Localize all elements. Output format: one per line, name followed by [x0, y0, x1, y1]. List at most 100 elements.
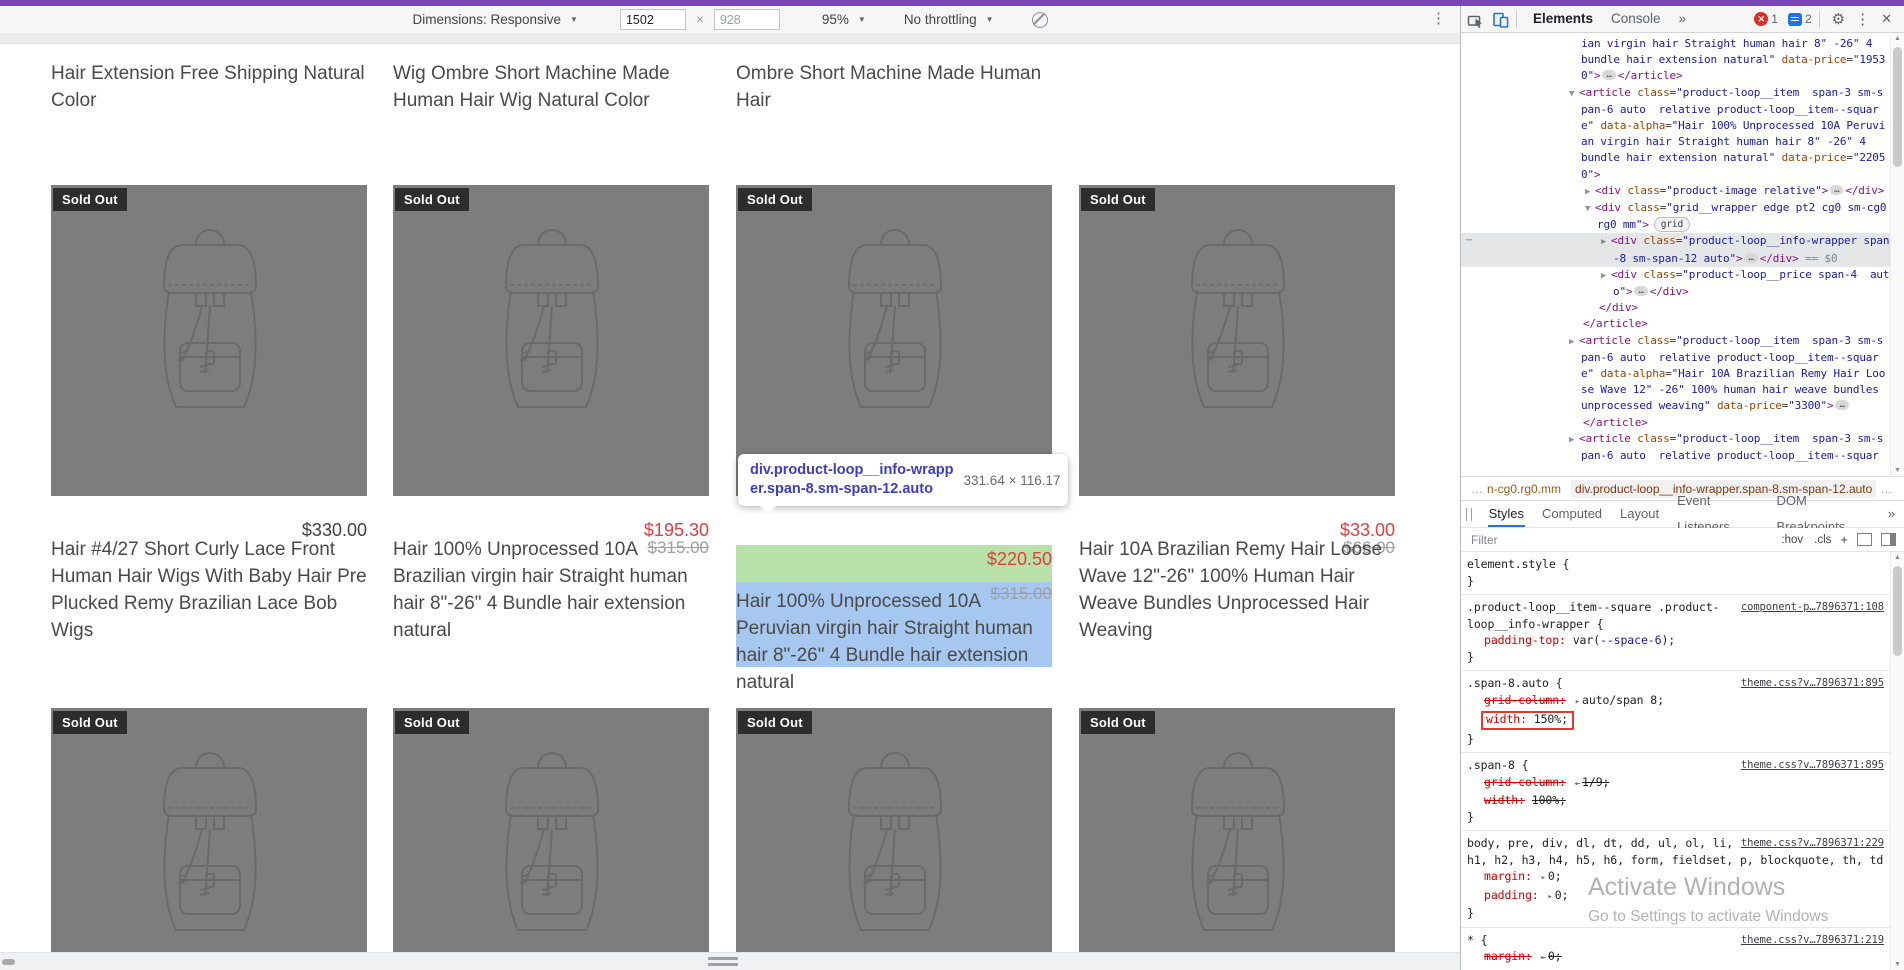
product-image[interactable] — [393, 185, 709, 496]
code-line[interactable]: o">… </div> — [1461, 284, 1904, 300]
toggle-device-toolbar-icon[interactable] — [1492, 11, 1509, 28]
stylesheet-link[interactable]: theme.css?v…7896371:229 — [1741, 835, 1884, 852]
toggle-hov[interactable]: :hov — [1781, 534, 1803, 546]
code-line[interactable]: </article> — [1461, 316, 1904, 332]
code-line[interactable]: ▶ <article class="product-loop__item span… — [1461, 333, 1904, 350]
styles-filter-input[interactable] — [1469, 530, 1733, 549]
code-line[interactable]: ian virgin hair Straight human hair 8" -… — [1461, 36, 1904, 52]
product-image[interactable] — [51, 185, 367, 496]
code-line[interactable]: an virgin hair Straight human hair 8" -2… — [1461, 134, 1904, 150]
stylesheet-link[interactable]: component-p…7896371:108 — [1741, 599, 1884, 616]
code-line[interactable]: ▶ <article class="product-loop__item span… — [1461, 431, 1904, 448]
css-property[interactable]: margin: ▸ 0; — [1467, 948, 1885, 967]
tab-styles[interactable]: Styles — [1480, 501, 1533, 527]
element-state-icon[interactable] — [1857, 533, 1872, 546]
zoom-dropdown[interactable]: 95% — [822, 12, 849, 27]
code-line[interactable]: e" data-alpha="Hair 10A Brazilian Remy H… — [1461, 366, 1904, 382]
css-property[interactable]: width: 150%; — [1467, 710, 1885, 731]
code-line[interactable]: ▶ <div class="product-image relative">… </… — [1461, 183, 1904, 200]
css-property[interactable]: grid-column: ▸ 1/9; — [1467, 774, 1885, 793]
product-title[interactable]: Hair 100% Unprocessed 10A Peruvian virgi… — [736, 588, 1052, 696]
expand-ellipsis-icon[interactable]: … — [1634, 286, 1648, 297]
viewport-width-input[interactable] — [619, 9, 686, 30]
product-image[interactable] — [1079, 708, 1395, 952]
code-line[interactable]: pan-6 auto relative product-loop__item--… — [1461, 350, 1904, 366]
expand-ellipsis-icon[interactable]: … — [1835, 400, 1849, 411]
code-line[interactable]: pan-6 auto relative product-loop__item--… — [1461, 448, 1904, 464]
css-selector[interactable]: loop__info-wrapper { — [1467, 616, 1885, 633]
code-line[interactable]: ▶ <div class="product-loop__price span-4 … — [1461, 267, 1904, 284]
tab-elements[interactable]: Elements — [1524, 6, 1602, 32]
expand-ellipsis-icon[interactable]: … — [1830, 184, 1844, 195]
grid-badge[interactable]: grid — [1653, 217, 1691, 233]
elements-scrollbar[interactable]: ▲ ▼ — [1890, 33, 1904, 476]
product-image[interactable] — [51, 708, 367, 952]
code-line[interactable]: e" data-alpha="Hair 100% Unprocessed 10A… — [1461, 118, 1904, 134]
css-property[interactable]: margin: ▸ 0; — [1467, 868, 1885, 887]
toggle-cls[interactable]: .cls — [1814, 534, 1831, 546]
breadcrumb-overflow-trail[interactable]: … — [1880, 482, 1892, 496]
product-title[interactable]: Ombre Short Machine Made Human Hair — [736, 60, 1052, 114]
settings-gear-icon[interactable]: ⚙ — [1832, 10, 1845, 28]
css-selector[interactable]: element.style { — [1467, 556, 1885, 573]
issues-badge[interactable]: 2 — [1787, 12, 1812, 26]
code-line[interactable]: se Wave 12" -26" 100% human hair weave b… — [1461, 382, 1904, 398]
computed-sidebar-toggle-icon[interactable] — [1881, 533, 1896, 546]
product-title[interactable]: Hair 100% Unprocessed 10A Brazilian virg… — [393, 536, 709, 644]
product-image[interactable] — [393, 708, 709, 952]
breadcrumb-parent[interactable]: n-cg0.rg0.mm — [1487, 482, 1561, 496]
more-tabs-chevron[interactable]: » — [1670, 6, 1696, 32]
code-line[interactable]: ▼ <article class="product-loop__item span… — [1461, 85, 1904, 102]
code-line[interactable]: unprocessed weaving" data-price="3300">… — [1461, 398, 1904, 414]
inspect-element-icon[interactable] — [1467, 11, 1484, 28]
product-image[interactable] — [736, 708, 1052, 952]
throttling-dropdown[interactable]: No throttling — [904, 12, 977, 27]
code-line[interactable]: pan-6 auto relative product-loop__item--… — [1461, 102, 1904, 118]
styles-scrollbar[interactable]: ▲ ▼ — [1890, 552, 1904, 970]
tab--[interactable]: » — [1879, 501, 1904, 527]
breadcrumb-overflow[interactable]: … — [1471, 482, 1483, 496]
product-image[interactable] — [736, 185, 1052, 496]
stylesheet-link[interactable]: theme.css?v…7896371:895 — [1741, 675, 1884, 692]
code-line[interactable]: rg0 mm"> grid — [1461, 217, 1904, 233]
viewport-height-input[interactable] — [713, 9, 780, 30]
code-line[interactable]: bundle hair extension natural" data-pric… — [1461, 150, 1904, 166]
scrollbar-thumb[interactable] — [1893, 47, 1902, 167]
viewport-resize-handle[interactable] — [708, 957, 738, 969]
product-title[interactable]: Hair Extension Free Shipping Natural Col… — [51, 60, 367, 114]
tab-layout[interactable]: Layout — [1611, 501, 1668, 527]
css-property[interactable]: grid-column: ▸ auto/span 8; — [1467, 692, 1885, 711]
code-line[interactable]: ▶ <div class="product-loop__info-wrapper … — [1461, 233, 1904, 251]
code-line[interactable]: </div> — [1461, 300, 1904, 316]
css-property[interactable]: width: 100%; — [1467, 792, 1885, 809]
selected-node-gutter-icon[interactable]: ⋯ — [1466, 233, 1472, 249]
code-line[interactable]: -8 sm-span-12 auto">… </div> == $0 — [1461, 250, 1904, 267]
css-selector[interactable]: h1, h2, h3, h4, h5, h6, form, fieldset, … — [1467, 852, 1891, 869]
scroll-down-icon[interactable]: ▼ — [1891, 961, 1904, 968]
devtools-menu-icon[interactable]: ⋮ — [1855, 10, 1870, 28]
code-line[interactable]: 0">… </article> — [1461, 68, 1904, 84]
scrollbar-thumb[interactable] — [1893, 566, 1902, 656]
css-property[interactable]: padding-top: var(--space-6); — [1467, 632, 1885, 649]
expand-ellipsis-icon[interactable]: … — [1744, 252, 1758, 263]
scroll-up-icon[interactable]: ▲ — [1891, 35, 1904, 42]
product-title[interactable]: Hair #4/27 Short Curly Lace Front Human … — [51, 536, 367, 644]
new-style-rule-icon[interactable]: + — [1840, 532, 1848, 547]
product-title[interactable]: Hair 10A Brazilian Remy Hair Loose Wave … — [1079, 536, 1395, 644]
code-line[interactable]: 0"> — [1461, 167, 1904, 183]
scroll-up-icon[interactable]: ▲ — [1891, 554, 1904, 561]
scroll-down-icon[interactable]: ▼ — [1891, 467, 1904, 474]
error-badge[interactable]: ✕ 1 — [1754, 12, 1778, 26]
code-line[interactable]: bundle hair extension natural" data-pric… — [1461, 52, 1904, 68]
close-devtools-icon[interactable]: ✕ — [1881, 11, 1892, 27]
dimensions-dropdown[interactable]: Dimensions: Responsive — [412, 12, 561, 27]
code-line[interactable]: </article> — [1461, 415, 1904, 431]
css-property[interactable]: padding: ▸ 0; — [1467, 887, 1885, 906]
device-toolbar-menu-icon[interactable]: ⋮ — [1431, 9, 1446, 27]
tab-console[interactable]: Console — [1602, 6, 1670, 32]
product-image[interactable] — [1079, 185, 1395, 496]
product-title[interactable]: Wig Ombre Short Machine Made Human Hair … — [393, 60, 709, 114]
stylesheet-link[interactable]: theme.css?v…7896371:895 — [1741, 757, 1884, 774]
tab-computed[interactable]: Computed — [1533, 501, 1611, 527]
stylesheet-link[interactable]: theme.css?v…7896371:219 — [1741, 932, 1884, 949]
